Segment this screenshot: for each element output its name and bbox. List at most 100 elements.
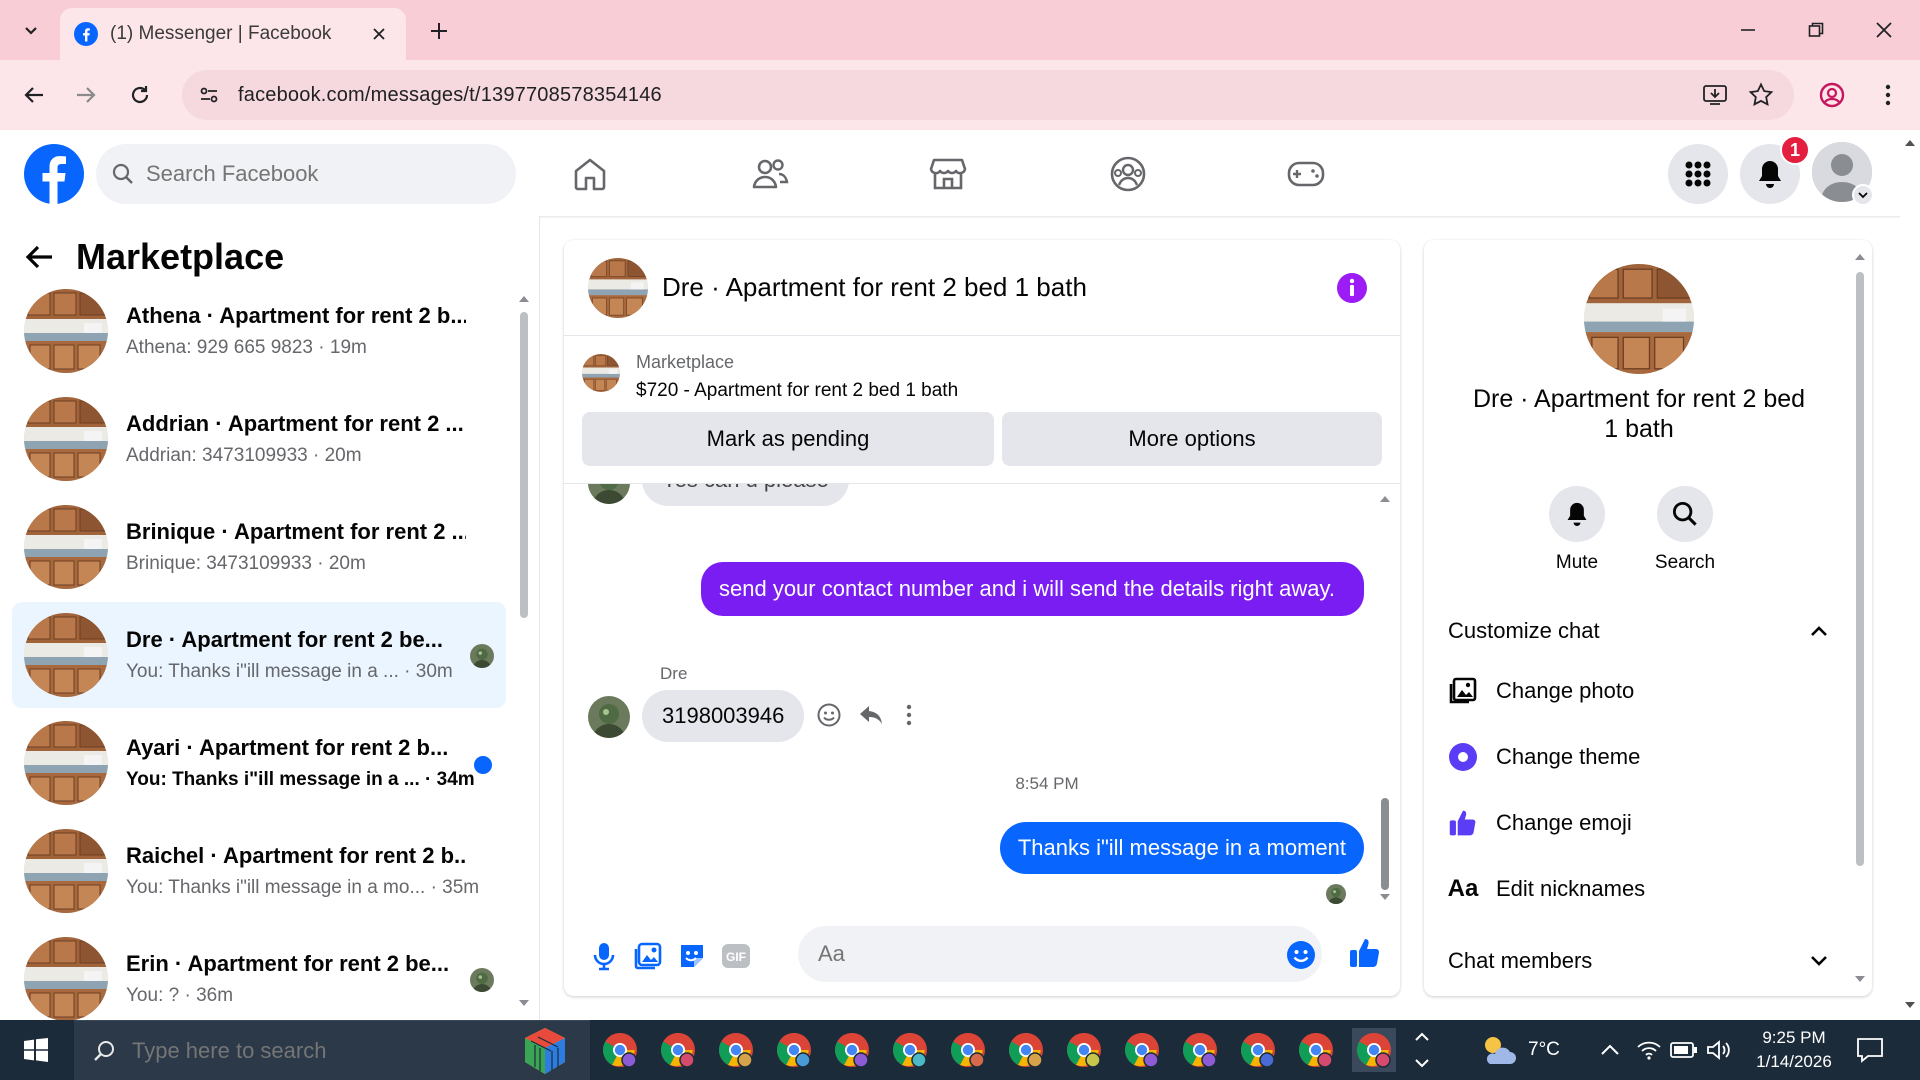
chrome-taskbar-icon[interactable] [946, 1028, 990, 1072]
conversation-item[interactable]: Raichel · Apartment for rent 2 b... You: … [12, 818, 506, 924]
facebook-logo[interactable] [24, 144, 84, 204]
close-window-button[interactable] [1856, 8, 1912, 52]
page-scrollbar[interactable] [1900, 130, 1920, 1020]
notification-center-icon[interactable] [1856, 1036, 1884, 1064]
nav-home[interactable] [566, 150, 614, 198]
chrome-taskbar-icon[interactable] [1294, 1028, 1338, 1072]
send-like-icon[interactable] [1348, 936, 1382, 970]
more-vertical-icon[interactable] [906, 704, 912, 726]
conversation-item[interactable]: Athena · Apartment for rent 2 b... Athena… [12, 278, 506, 384]
more-options-button[interactable]: More options [1002, 412, 1382, 466]
message-bubble-out[interactable]: Thanks i"ill message in a moment [999, 822, 1364, 874]
sender-avatar[interactable] [588, 484, 630, 504]
conversation-item[interactable]: Erin · Apartment for rent 2 be... You: ? … [12, 926, 506, 1032]
tab-search-button[interactable] [14, 14, 48, 48]
nav-marketplace[interactable] [924, 150, 972, 198]
mark-as-pending-button[interactable]: Mark as pending [582, 412, 994, 466]
gif-icon[interactable]: GIF [718, 938, 754, 974]
sticker-icon[interactable] [674, 938, 710, 974]
browser-tab[interactable]: (1) Messenger | Facebook [60, 8, 406, 60]
conversation-item[interactable]: Brinique · Apartment for rent 2 ... Brini… [12, 494, 506, 600]
url-text[interactable]: facebook.com/messages/t/1397708578354146 [238, 84, 662, 107]
weather-temperature[interactable]: 7°C [1528, 1039, 1560, 1061]
bookmark-star-icon[interactable] [1748, 82, 1774, 108]
conversation-scrollbar[interactable] [518, 292, 530, 1012]
message-bubble-in[interactable]: 3198003946 [642, 690, 805, 742]
chrome-taskbar-icon[interactable] [1120, 1028, 1164, 1072]
emoji-picker-icon[interactable] [1286, 940, 1316, 970]
listing-title[interactable]: $720 - Apartment for rent 2 bed 1 bath [636, 380, 958, 402]
chevron-down-icon [1811, 956, 1827, 966]
chat-avatar[interactable] [588, 257, 648, 318]
taskbar-clock[interactable]: 9:25 PM 1/14/2026 [1744, 1026, 1844, 1074]
edit-nicknames-item[interactable]: Aa Edit nicknames [1448, 874, 1646, 904]
thread-scrollbar[interactable] [1378, 492, 1392, 906]
chevron-up-icon[interactable] [1600, 1042, 1620, 1056]
taskbar-search-input[interactable] [132, 1037, 472, 1064]
message-bubble-out[interactable]: send your contact number and i will send… [701, 562, 1364, 616]
start-button[interactable] [0, 1020, 72, 1080]
change-theme-item[interactable]: Change theme [1448, 742, 1640, 772]
back-arrow-icon[interactable] [24, 243, 54, 271]
sender-avatar[interactable] [588, 696, 630, 738]
chat-title[interactable]: Dre · Apartment for rent 2 bed 1 bath [662, 272, 1087, 303]
conversation-info-icon[interactable] [1336, 272, 1368, 304]
chrome-taskbar-icon[interactable] [888, 1028, 932, 1072]
chrome-taskbar-icon[interactable] [1352, 1028, 1396, 1072]
battery-icon[interactable] [1670, 1040, 1698, 1060]
chrome-taskbar-icon[interactable] [1236, 1028, 1280, 1072]
wifi-icon[interactable] [1636, 1038, 1662, 1062]
chrome-taskbar-icon[interactable] [598, 1028, 642, 1072]
back-button[interactable] [16, 77, 52, 113]
minimize-button[interactable] [1720, 8, 1776, 52]
conversation-item[interactable]: Addrian · Apartment for rent 2 ... Addria… [12, 386, 506, 492]
close-tab-icon[interactable] [364, 19, 394, 49]
chrome-taskbar-icon[interactable] [1062, 1028, 1106, 1072]
conversation-item[interactable]: Dre · Apartment for rent 2 be... You: Tha… [12, 602, 506, 708]
microphone-icon[interactable] [586, 938, 622, 974]
message-bubble-in[interactable]: Yes can u please [642, 484, 849, 506]
search-action[interactable]: Search [1640, 486, 1730, 574]
contact-photo[interactable] [1584, 264, 1694, 374]
new-tab-button[interactable] [422, 14, 456, 48]
nav-friends[interactable] [746, 150, 794, 198]
chrome-menu-button[interactable] [1870, 77, 1906, 113]
change-emoji-item[interactable]: Change emoji [1448, 808, 1632, 838]
forward-button[interactable] [68, 77, 104, 113]
chrome-taskbar-icon[interactable] [772, 1028, 816, 1072]
mute-action[interactable]: Mute [1532, 486, 1622, 574]
reload-button[interactable] [122, 77, 158, 113]
reply-icon[interactable] [858, 704, 884, 726]
nav-groups[interactable] [1104, 150, 1152, 198]
mute-button[interactable] [1549, 486, 1605, 542]
conversation-item[interactable]: Ayari · Apartment for rent 2 b... You: Th… [12, 710, 506, 816]
address-bar[interactable]: facebook.com/messages/t/1397708578354146 [182, 70, 1794, 120]
info-panel-scrollbar[interactable] [1854, 250, 1866, 986]
chrome-taskbar-icon[interactable] [830, 1028, 874, 1072]
account-menu-chevron[interactable] [1852, 184, 1874, 206]
chat-members-section[interactable]: Chat members [1448, 948, 1828, 974]
search-in-chat-button[interactable] [1657, 486, 1713, 542]
facebook-search-box[interactable] [96, 144, 516, 204]
taskbar-search[interactable] [74, 1020, 590, 1080]
chrome-taskbar-icon[interactable] [1004, 1028, 1048, 1072]
menu-button[interactable] [1668, 144, 1728, 204]
photo-attach-icon[interactable] [630, 938, 666, 974]
facebook-search-input[interactable] [146, 161, 446, 187]
react-emoji-icon[interactable] [816, 702, 842, 728]
volume-icon[interactable] [1706, 1038, 1732, 1062]
customize-chat-section[interactable]: Customize chat [1448, 618, 1828, 644]
chrome-taskbar-icon[interactable] [656, 1028, 700, 1072]
change-photo-item[interactable]: Change photo [1448, 676, 1634, 706]
listing-thumbnail[interactable] [582, 354, 620, 392]
weather-cloudy-icon[interactable] [1478, 1030, 1518, 1070]
chrome-taskbar-icon[interactable] [1178, 1028, 1222, 1072]
profile-button[interactable] [1814, 77, 1850, 113]
chrome-taskbar-icon[interactable] [714, 1028, 758, 1072]
install-app-icon[interactable] [1702, 83, 1728, 107]
message-input[interactable] [798, 926, 1322, 982]
nav-gaming[interactable] [1282, 150, 1330, 198]
taskbar-scroll-arrows[interactable] [1412, 1024, 1432, 1076]
site-info-icon[interactable] [198, 84, 220, 106]
restore-button[interactable] [1788, 8, 1844, 52]
